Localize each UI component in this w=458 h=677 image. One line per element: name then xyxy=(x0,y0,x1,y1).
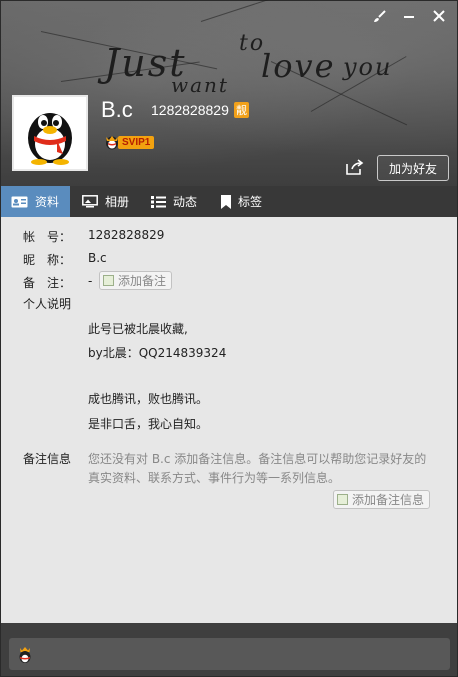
note-hint-line: 真实资料、联系方式、事件行为等一系列信息。 xyxy=(88,471,341,485)
tab-profile[interactable]: 资料 xyxy=(1,186,70,217)
signature-line: 此号已被北晨收藏, xyxy=(88,322,188,336)
tab-album[interactable]: 相册 xyxy=(70,186,139,217)
profile-banner: Just to love you want B.c 1282828829 靓 S… xyxy=(1,0,457,186)
tab-album-label: 相册 xyxy=(105,195,130,209)
add-note-label: 添加备注信息 xyxy=(352,493,425,507)
add-remark-label: 添加备注 xyxy=(118,274,167,288)
nickname-label: 昵 称： xyxy=(23,253,72,267)
vip-label: SVIP1 xyxy=(118,135,155,149)
note-hint-line: 您还没有对 B.c 添加备注信息。备注信息可以帮助您记录好友的 xyxy=(88,452,427,466)
signature-line: by北晨：QQ214839324 xyxy=(88,346,227,360)
tab-feed[interactable]: 动态 xyxy=(139,186,209,217)
profile-content: 帐 号： 1282828829 昵 称： B.c 备 注： - 添加备注 个人说… xyxy=(1,217,457,623)
remark-label: 备 注： xyxy=(23,276,72,290)
account-label: 帐 号： xyxy=(23,230,72,244)
profile-window: Just to love you want B.c 1282828829 靓 S… xyxy=(0,0,458,677)
tab-tags-label: 标签 xyxy=(238,195,263,209)
profile-card-icon xyxy=(11,196,28,208)
add-note-button[interactable]: 添加备注信息 xyxy=(333,490,431,509)
qq-number: 1282828829 xyxy=(151,102,229,118)
pretty-number-badge: 靓 xyxy=(234,102,249,118)
add-remark-button[interactable]: 添加备注 xyxy=(99,271,173,290)
brush-icon[interactable] xyxy=(369,7,389,25)
vip-badge[interactable]: SVIP1 xyxy=(104,134,155,150)
note-label: 备注信息 xyxy=(23,452,72,466)
signature-label: 个人说明 xyxy=(23,297,72,311)
avatar[interactable] xyxy=(12,95,88,171)
close-icon[interactable] xyxy=(429,7,449,25)
add-friend-button[interactable]: 加为好友 xyxy=(377,155,449,181)
banner-word-love: love xyxy=(261,47,336,85)
nickname-value: B.c xyxy=(88,251,107,265)
penguin-avatar-icon xyxy=(28,113,72,165)
remark-value: - xyxy=(88,274,93,288)
banner-word-want: want xyxy=(171,73,229,97)
share-icon[interactable] xyxy=(345,158,365,176)
profile-tabs: 资料 相册 动态 标签 xyxy=(1,186,457,217)
note-hint: 您还没有对 B.c 添加备注信息。备注信息可以帮助您记录好友的 真实资料、联系方… xyxy=(88,450,438,488)
bottom-panel xyxy=(1,623,457,676)
bottom-toolbar xyxy=(9,638,450,670)
list-icon xyxy=(151,195,166,208)
qq-penguin-icon[interactable] xyxy=(17,646,33,663)
nickname: B.c xyxy=(101,97,133,122)
minimize-icon[interactable] xyxy=(399,7,419,25)
edit-note-icon xyxy=(337,494,348,505)
signature-line: 是非口舌，我心自知。 xyxy=(88,417,209,431)
tab-tags[interactable]: 标签 xyxy=(209,186,279,217)
bookmark-icon xyxy=(221,194,231,209)
photo-icon xyxy=(82,195,98,208)
tab-feed-label: 动态 xyxy=(173,195,198,209)
edit-note-icon xyxy=(103,275,114,286)
banner-word-you: you xyxy=(343,53,393,81)
tab-profile-label: 资料 xyxy=(35,195,60,209)
signature-line: 成也腾讯，败也腾讯。 xyxy=(88,392,209,406)
account-value: 1282828829 xyxy=(88,228,165,242)
